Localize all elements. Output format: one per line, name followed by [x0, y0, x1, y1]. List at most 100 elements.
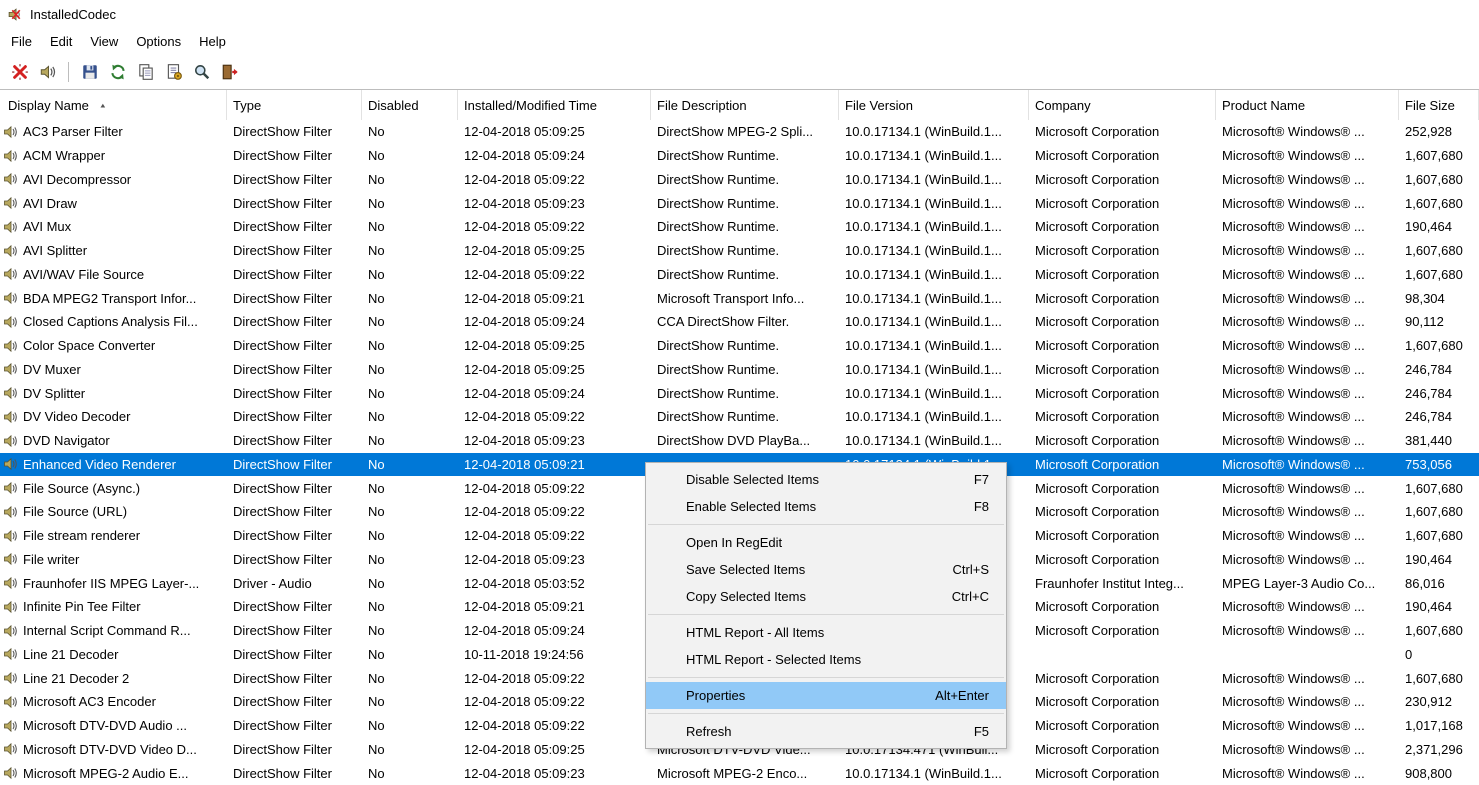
- table-row[interactable]: BDA MPEG2 Transport Infor...DirectShow F…: [0, 286, 1479, 310]
- exit-icon[interactable]: [217, 60, 242, 85]
- copy-icon[interactable]: [133, 60, 158, 85]
- column-header-product-name[interactable]: Product Name: [1216, 90, 1399, 120]
- cell-company: Microsoft Corporation: [1029, 310, 1216, 334]
- table-row[interactable]: Color Space ConverterDirectShow FilterNo…: [0, 334, 1479, 358]
- column-header-file-size[interactable]: File Size: [1399, 90, 1479, 120]
- table-row[interactable]: AC3 Parser FilterDirectShow FilterNo12-0…: [0, 120, 1479, 144]
- context-menu-item-properties[interactable]: PropertiesAlt+Enter: [646, 682, 1006, 709]
- table-row[interactable]: Microsoft MPEG-2 Audio E...DirectShow Fi…: [0, 761, 1479, 785]
- display-name-text: Enhanced Video Renderer: [23, 457, 176, 472]
- cell-time: 12-04-2018 05:09:24: [458, 619, 651, 643]
- context-menu-item-disable-selected-items[interactable]: Disable Selected ItemsF7: [646, 466, 1006, 493]
- table-row[interactable]: AVI/WAV File SourceDirectShow FilterNo12…: [0, 263, 1479, 287]
- context-menu: Disable Selected ItemsF7Enable Selected …: [645, 462, 1007, 749]
- context-menu-item-enable-selected-items[interactable]: Enable Selected ItemsF8: [646, 493, 1006, 520]
- cell-product_name: Microsoft® Windows® ...: [1216, 168, 1399, 192]
- cell-time: 12-04-2018 05:09:22: [458, 714, 651, 738]
- cell-file_size: 1,607,680: [1399, 144, 1479, 168]
- table-row[interactable]: DV Video DecoderDirectShow FilterNo12-04…: [0, 405, 1479, 429]
- context-menu-item-save-selected-items[interactable]: Save Selected ItemsCtrl+S: [646, 556, 1006, 583]
- context-menu-item-refresh[interactable]: RefreshF5: [646, 718, 1006, 745]
- context-menu-item-html-report-all-items[interactable]: HTML Report - All Items: [646, 619, 1006, 646]
- cell-disabled: No: [362, 381, 458, 405]
- context-menu-item-html-report-selected-items[interactable]: HTML Report - Selected Items: [646, 646, 1006, 673]
- cell-time: 10-11-2018 19:24:56: [458, 643, 651, 667]
- cell-type: DirectShow Filter: [227, 120, 362, 144]
- menu-separator: [648, 614, 1004, 615]
- cell-time: 12-04-2018 05:09:23: [458, 429, 651, 453]
- cell-company: Microsoft Corporation: [1029, 429, 1216, 453]
- cell-display_name: File stream renderer: [0, 524, 227, 548]
- context-menu-item-copy-selected-items[interactable]: Copy Selected ItemsCtrl+C: [646, 583, 1006, 610]
- cell-company: Microsoft Corporation: [1029, 500, 1216, 524]
- menu-item-label: Save Selected Items: [686, 562, 805, 577]
- cell-type: DirectShow Filter: [227, 405, 362, 429]
- cell-time: 12-04-2018 05:09:22: [458, 666, 651, 690]
- column-header-label: File Description: [657, 98, 747, 113]
- column-header-display-name[interactable]: Display Name▲: [0, 90, 227, 120]
- cell-display_name: BDA MPEG2 Transport Infor...: [0, 286, 227, 310]
- table-row[interactable]: AVI MuxDirectShow FilterNo12-04-2018 05:…: [0, 215, 1479, 239]
- cell-type: DirectShow Filter: [227, 144, 362, 168]
- column-header-file-version[interactable]: File Version: [839, 90, 1029, 120]
- cell-file_version: 10.0.17134.1 (WinBuild.1...: [839, 144, 1029, 168]
- enable-selected-icon[interactable]: [35, 60, 60, 85]
- codec-speaker-icon: [3, 551, 19, 567]
- cell-type: DirectShow Filter: [227, 215, 362, 239]
- codec-speaker-icon: [3, 266, 19, 282]
- codec-speaker-icon: [3, 290, 19, 306]
- column-header-company[interactable]: Company: [1029, 90, 1216, 120]
- column-header-installed-modified-time[interactable]: Installed/Modified Time: [458, 90, 651, 120]
- cell-file_description: DirectShow Runtime.: [651, 144, 839, 168]
- cell-type: DirectShow Filter: [227, 643, 362, 667]
- column-header-file-description[interactable]: File Description: [651, 90, 839, 120]
- cell-disabled: No: [362, 476, 458, 500]
- sort-ascending-icon: ▲: [99, 101, 107, 108]
- find-icon[interactable]: [189, 60, 214, 85]
- table-row[interactable]: AVI DrawDirectShow FilterNo12-04-2018 05…: [0, 191, 1479, 215]
- cell-company: Microsoft Corporation: [1029, 453, 1216, 477]
- table-row[interactable]: AVI DecompressorDirectShow FilterNo12-04…: [0, 168, 1479, 192]
- save-icon[interactable]: [77, 60, 102, 85]
- display-name-text: AVI Mux: [23, 219, 71, 234]
- cell-disabled: No: [362, 500, 458, 524]
- menubar-item-file[interactable]: File: [2, 30, 41, 53]
- menubar-item-help[interactable]: Help: [190, 30, 235, 53]
- menubar-item-edit[interactable]: Edit: [41, 30, 81, 53]
- cell-type: DirectShow Filter: [227, 595, 362, 619]
- column-header-type[interactable]: Type: [227, 90, 362, 120]
- menu-item-shortcut: F5: [974, 724, 989, 739]
- table-row[interactable]: Closed Captions Analysis Fil...DirectSho…: [0, 310, 1479, 334]
- table-row[interactable]: ACM WrapperDirectShow FilterNo12-04-2018…: [0, 144, 1479, 168]
- cell-type: DirectShow Filter: [227, 738, 362, 762]
- cell-disabled: No: [362, 310, 458, 334]
- disable-selected-icon[interactable]: [7, 60, 32, 85]
- codec-speaker-icon: [3, 219, 19, 235]
- cell-type: DirectShow Filter: [227, 524, 362, 548]
- column-header-disabled[interactable]: Disabled: [362, 90, 458, 120]
- cell-file_description: DirectShow Runtime.: [651, 358, 839, 382]
- menubar-item-options[interactable]: Options: [127, 30, 190, 53]
- cell-file_version: 10.0.17134.1 (WinBuild.1...: [839, 239, 1029, 263]
- display-name-text: Infinite Pin Tee Filter: [23, 599, 141, 614]
- cell-disabled: No: [362, 286, 458, 310]
- cell-disabled: No: [362, 144, 458, 168]
- cell-file_size: 90,112: [1399, 310, 1479, 334]
- table-row[interactable]: DVD NavigatorDirectShow FilterNo12-04-20…: [0, 429, 1479, 453]
- table-row[interactable]: DV MuxerDirectShow FilterNo12-04-2018 05…: [0, 358, 1479, 382]
- table-row[interactable]: DV SplitterDirectShow FilterNo12-04-2018…: [0, 381, 1479, 405]
- table-row[interactable]: AVI SplitterDirectShow FilterNo12-04-201…: [0, 239, 1479, 263]
- cell-product_name: Microsoft® Windows® ...: [1216, 500, 1399, 524]
- context-menu-item-open-in-regedit[interactable]: Open In RegEdit: [646, 529, 1006, 556]
- refresh-icon[interactable]: [105, 60, 130, 85]
- cell-company: Microsoft Corporation: [1029, 144, 1216, 168]
- codec-speaker-icon: [3, 456, 19, 472]
- cell-disabled: No: [362, 453, 458, 477]
- cell-time: 12-04-2018 05:09:25: [458, 120, 651, 144]
- cell-type: DirectShow Filter: [227, 548, 362, 572]
- menubar-item-view[interactable]: View: [81, 30, 127, 53]
- codec-speaker-icon: [3, 338, 19, 354]
- properties-icon[interactable]: [161, 60, 186, 85]
- display-name-text: AVI Splitter: [23, 243, 87, 258]
- cell-disabled: No: [362, 263, 458, 287]
